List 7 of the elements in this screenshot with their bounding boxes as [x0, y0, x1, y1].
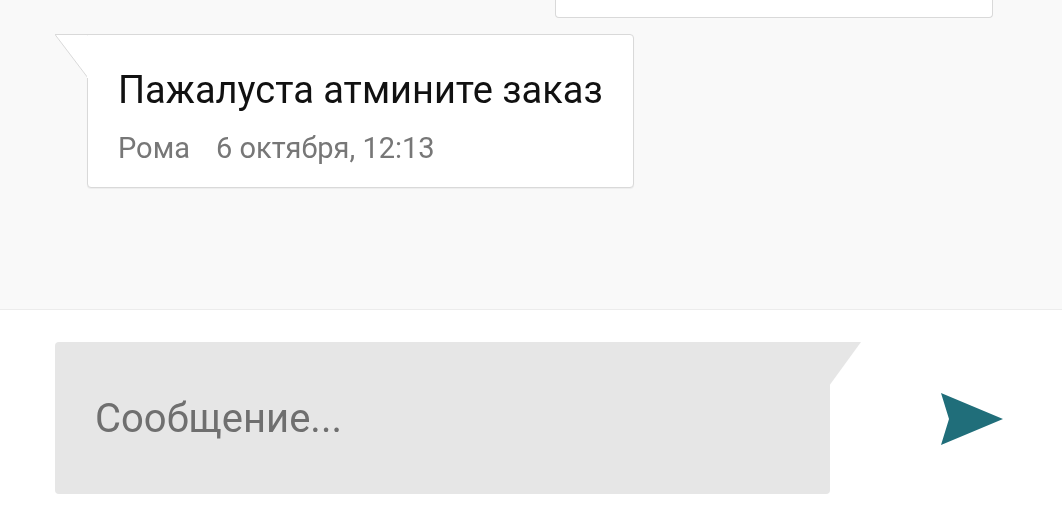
message-input-field[interactable]: Сообщение...	[55, 342, 830, 494]
field-tail	[829, 342, 861, 386]
message-text: Пажалуста атмините заказ	[118, 67, 603, 114]
send-button[interactable]	[939, 392, 1005, 446]
message-author: Рома	[118, 131, 190, 165]
send-icon	[939, 392, 1005, 446]
message-time: 6 октября, 12:13	[215, 131, 435, 165]
